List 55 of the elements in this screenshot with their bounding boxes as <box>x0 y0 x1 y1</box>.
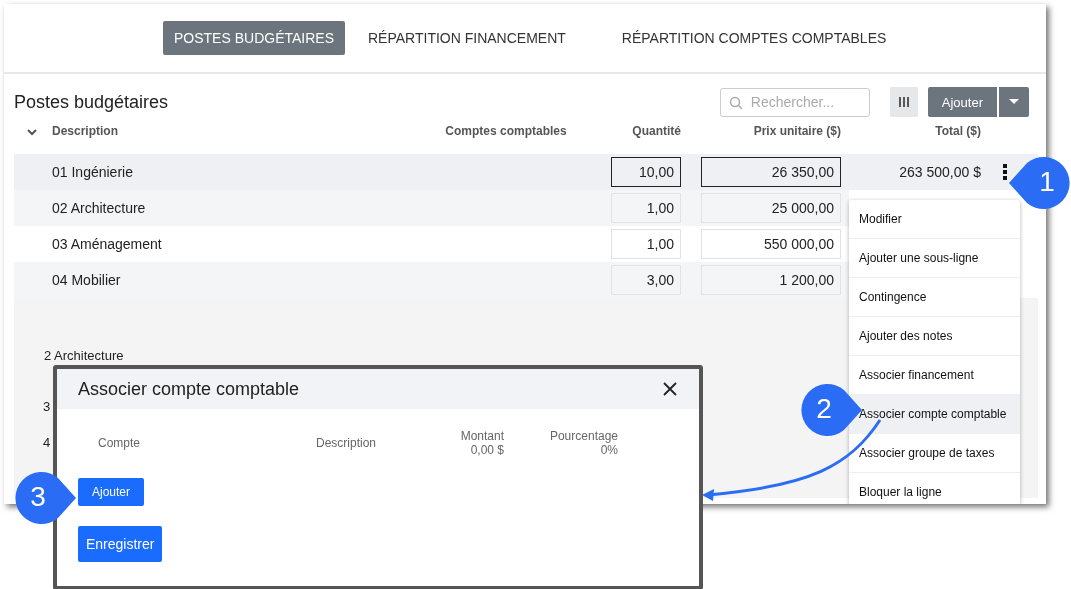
column-header: Montant 0,00 $ <box>459 429 504 457</box>
table-row[interactable]: 01 Ingénierie 10,00 26 350,00 263 500,00 $ <box>14 154 1038 190</box>
price-field[interactable]: 550 000,00 <box>701 229 841 259</box>
tab[interactable]: RÉPARTITION COMPTES COMPTABLES <box>610 21 898 55</box>
background-text: 4 <box>43 435 51 450</box>
menu-item[interactable]: Bloquer la ligne <box>849 473 1020 504</box>
price-field[interactable]: 25 000,00 <box>701 193 841 223</box>
columns-button[interactable] <box>889 87 918 117</box>
table-cell-text: 03 Aménagement <box>51 236 163 252</box>
more-options-icon[interactable] <box>1002 163 1008 181</box>
table-row[interactable]: 03 Aménagement 1,00 550 000,00 <box>14 226 849 262</box>
save-button[interactable]: Enregistrer <box>78 526 163 562</box>
column-header: Compte <box>98 436 141 450</box>
dropdown-button[interactable] <box>999 87 1029 117</box>
menu-item[interactable]: Associer compte comptable <box>849 395 1020 434</box>
table-cell-text: 01 Ingénierie <box>51 164 134 180</box>
column-header: Pourcentage 0% <box>548 429 618 457</box>
menu-item[interactable]: Associer groupe de taxes <box>849 434 1020 473</box>
tab[interactable]: RÉPARTITION FINANCEMENT <box>357 21 577 55</box>
close-icon[interactable] <box>663 382 677 396</box>
table-row[interactable]: 04 Mobilier 3,00 1 200,00 <box>14 262 849 298</box>
table-row[interactable]: 02 Architecture 1,00 25 000,00 <box>14 190 849 226</box>
column-header: Total ($) <box>934 124 981 138</box>
search-icon <box>728 95 743 110</box>
price-field[interactable]: 1 200,00 <box>701 265 841 295</box>
column-header: Description <box>52 124 119 138</box>
search-field[interactable]: Rechercher... <box>719 87 870 117</box>
table-cell-text: 263 500,00 $ <box>898 164 981 180</box>
background-text: 3 <box>43 399 51 414</box>
column-header: Prix unitaire ($) <box>752 124 841 138</box>
add-button[interactable]: Ajouter <box>927 87 997 117</box>
table-cell-text: 04 Mobilier <box>51 272 122 288</box>
menu-item[interactable]: Ajouter des notes <box>849 317 1020 356</box>
step-callout: 3 <box>14 470 78 526</box>
caret-icon <box>1009 99 1019 105</box>
tab[interactable]: POSTES BUDGÉTAIRES <box>163 21 345 55</box>
column-header: Quantité <box>631 124 681 138</box>
column-header: Comptes comptables <box>444 124 568 138</box>
columns-icon <box>897 96 910 108</box>
column-header: Description <box>316 436 377 450</box>
menu-item[interactable]: Modifier <box>849 200 1020 239</box>
add-button[interactable]: Ajouter <box>78 478 145 506</box>
price-field[interactable]: 26 350,00 <box>701 157 841 187</box>
background-text: 2 Architecture <box>44 348 124 363</box>
quantity-field[interactable]: 1,00 <box>611 229 681 259</box>
quantity-field[interactable]: 10,00 <box>611 157 681 187</box>
table-cell-text: 02 Architecture <box>51 200 147 216</box>
quantity-field[interactable]: 1,00 <box>611 193 681 223</box>
dialog-title: Associer compte comptable <box>78 378 300 400</box>
chevron-icon[interactable] <box>27 129 37 136</box>
quantity-field[interactable]: 3,00 <box>611 265 681 295</box>
menu-item[interactable]: Ajouter une sous-ligne <box>849 239 1020 278</box>
section-title: Postes budgétaires <box>14 91 169 113</box>
menu-item[interactable]: Contingence <box>849 278 1020 317</box>
step-callout: 1 <box>1007 155 1071 211</box>
